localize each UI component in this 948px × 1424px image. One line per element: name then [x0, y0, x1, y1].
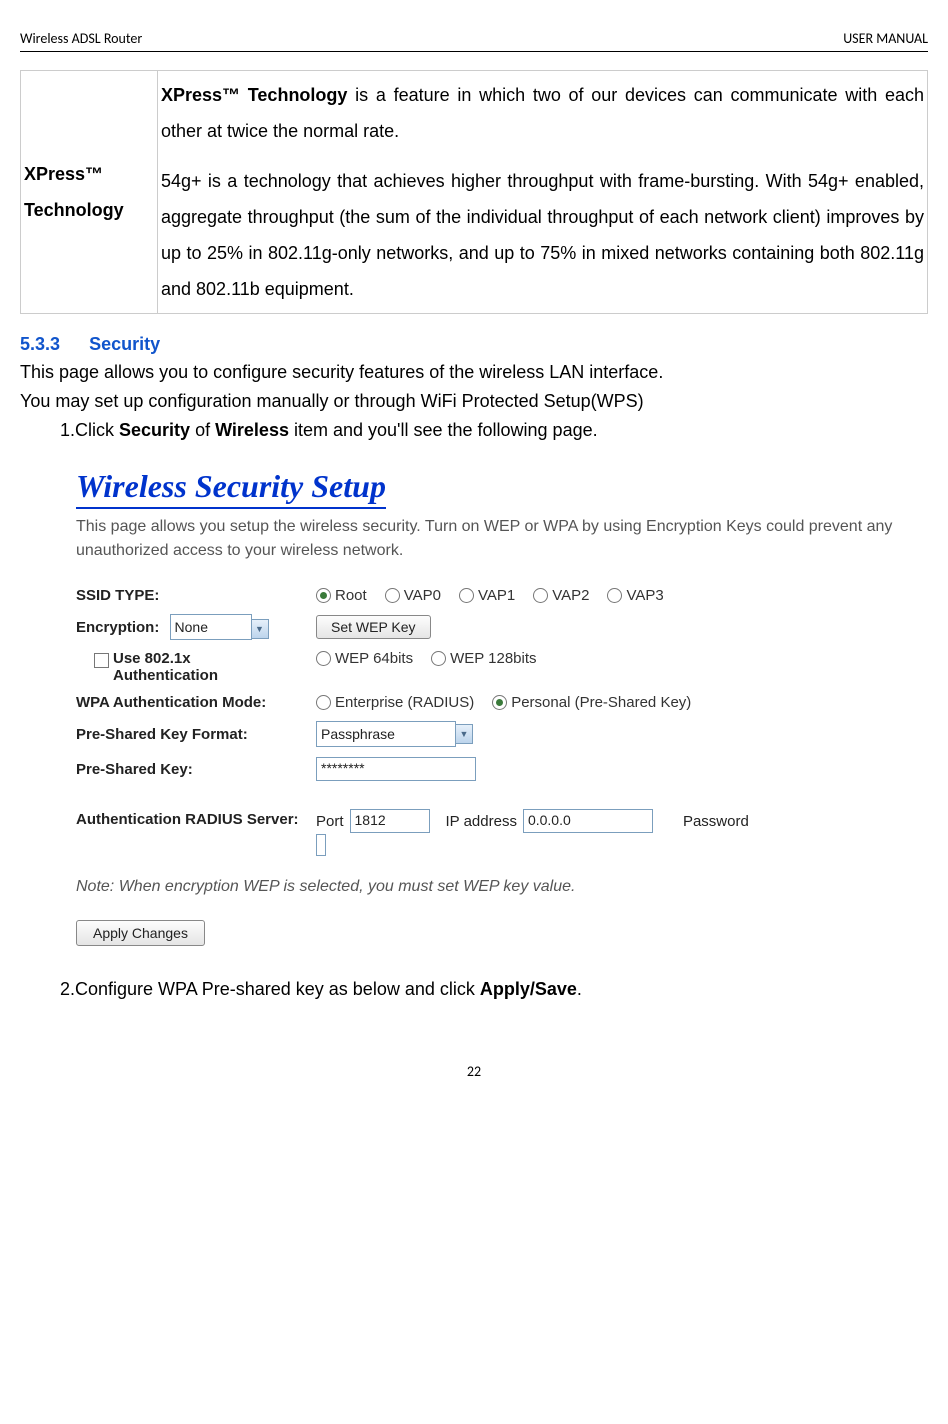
step1-pre: 1.Click	[60, 420, 119, 440]
wpa-enterprise-label: Enterprise (RADIUS)	[335, 694, 474, 711]
radius-row: Authentication RADIUS Server: Port 1812 …	[76, 809, 928, 854]
psk-label: Pre-Shared Key:	[76, 761, 316, 778]
radius-pw-input[interactable]	[316, 834, 326, 856]
psk-format-row: Pre-Shared Key Format: Passphrase ▼	[76, 721, 928, 747]
radius-fields: Port 1812 IP address 0.0.0.0 Password	[316, 809, 749, 854]
radio-icon	[385, 588, 400, 603]
apply-changes-button[interactable]: Apply Changes	[76, 920, 205, 946]
chevron-down-icon[interactable]: ▼	[251, 619, 269, 639]
wpa-personal-option[interactable]: Personal (Pre-Shared Key)	[492, 694, 691, 711]
page-number: 22	[20, 1063, 928, 1080]
ssid-vap1-option[interactable]: VAP1	[459, 587, 515, 604]
spacer	[161, 149, 924, 163]
wep64-label: WEP 64bits	[335, 650, 413, 667]
wep128-option[interactable]: WEP 128bits	[431, 650, 536, 667]
ssid-root-label: Root	[335, 587, 367, 604]
radius-port-label: Port	[316, 813, 344, 830]
psk-format-select[interactable]: Passphrase	[316, 721, 456, 747]
step2-pre: 2.Configure WPA Pre-shared key as below …	[60, 979, 480, 999]
use-8021x-label-wrap: Use 802.1x Authentication	[76, 650, 316, 684]
feature-label-cell: XPress™ Technology	[21, 71, 158, 314]
screenshot-wireless-security: Wireless Security Setup This page allows…	[60, 456, 928, 946]
feature-table: XPress™ Technology XPress™ Technology is…	[20, 70, 928, 314]
page-header: Wireless ADSL Router USER MANUAL	[20, 30, 928, 52]
wpa-enterprise-option[interactable]: Enterprise (RADIUS)	[316, 694, 474, 711]
wep-note: Note: When encryption WEP is selected, y…	[76, 878, 928, 896]
checkbox-icon	[94, 653, 109, 668]
radius-pw-label: Password	[683, 813, 749, 830]
ssid-vap0-label: VAP0	[404, 587, 441, 604]
step2-post: .	[577, 979, 582, 999]
step1-mid: of	[190, 420, 215, 440]
feature-para-1: XPress™ Technology is a feature in which…	[161, 77, 924, 149]
radio-icon	[316, 695, 331, 710]
psk-row: Pre-Shared Key: ********	[76, 757, 928, 781]
step1-b2: Wireless	[215, 420, 289, 440]
radio-icon	[492, 695, 507, 710]
spacer	[76, 791, 928, 809]
use-8021x-label: Use 802.1x Authentication	[113, 650, 273, 684]
encryption-value: None	[175, 619, 208, 635]
ssid-type-row: SSID TYPE: Root VAP0 VAP1 VAP2 VAP3	[76, 587, 928, 604]
set-wep-key-button[interactable]: Set WEP Key	[316, 615, 431, 639]
ssid-vap1-label: VAP1	[478, 587, 515, 604]
header-right: USER MANUAL	[843, 30, 928, 47]
step2-b: Apply/Save	[480, 979, 577, 999]
ssid-root-option[interactable]: Root	[316, 587, 367, 604]
radio-icon	[607, 588, 622, 603]
ssid-vap3-option[interactable]: VAP3	[607, 587, 663, 604]
radio-icon	[459, 588, 474, 603]
psk-format-value: Passphrase	[321, 726, 395, 742]
section-heading: 5.3.3 Security	[20, 334, 928, 355]
step1-post: item and you'll see the following page.	[289, 420, 598, 440]
8021x-row: Use 802.1x Authentication WEP 64bits WEP…	[76, 650, 928, 684]
table-row: XPress™ Technology XPress™ Technology is…	[21, 71, 928, 314]
ssid-vap2-option[interactable]: VAP2	[533, 587, 589, 604]
screenshot-subtext: This page allows you setup the wireless …	[76, 515, 928, 563]
ssid-type-label: SSID TYPE:	[76, 587, 316, 604]
wpa-mode-label: WPA Authentication Mode:	[76, 694, 316, 711]
radius-line-1: Port 1812 IP address 0.0.0.0 Password	[316, 809, 749, 833]
use-8021x-checkbox-wrap[interactable]: Use 802.1x Authentication	[94, 650, 273, 684]
feature-desc-cell: XPress™ Technology is a feature in which…	[158, 71, 928, 314]
psk-input[interactable]: ********	[316, 757, 476, 781]
ssid-vap2-label: VAP2	[552, 587, 589, 604]
feature-bold: XPress™ Technology	[161, 85, 347, 105]
radius-port-input[interactable]: 1812	[350, 809, 430, 833]
ssid-vap3-label: VAP3	[626, 587, 663, 604]
section-title: Security	[89, 334, 160, 354]
chevron-down-icon[interactable]: ▼	[455, 724, 473, 744]
step1-b1: Security	[119, 420, 190, 440]
step-2: 2.Configure WPA Pre-shared key as below …	[60, 976, 928, 1003]
radius-label: Authentication RADIUS Server:	[76, 809, 316, 828]
section-line-1: This page allows you to configure securi…	[20, 359, 928, 386]
step-1: 1.Click Security of Wireless item and yo…	[60, 417, 928, 444]
screenshot-title: Wireless Security Setup	[76, 468, 386, 509]
section-number: 5.3.3	[20, 334, 60, 354]
radius-ip-label: IP address	[446, 813, 517, 830]
ssid-vap0-option[interactable]: VAP0	[385, 587, 441, 604]
psk-format-label: Pre-Shared Key Format:	[76, 726, 316, 743]
radio-icon	[316, 588, 331, 603]
encryption-row: Encryption: None ▼ Set WEP Key	[76, 614, 928, 640]
encryption-select[interactable]: None	[170, 614, 252, 640]
radius-line-2	[316, 837, 749, 854]
feature-para-2: 54g+ is a technology that achieves highe…	[161, 163, 924, 307]
wep64-option[interactable]: WEP 64bits	[316, 650, 413, 667]
wpa-mode-row: WPA Authentication Mode: Enterprise (RAD…	[76, 694, 928, 711]
wep128-label: WEP 128bits	[450, 650, 536, 667]
radio-icon	[533, 588, 548, 603]
radius-ip-input[interactable]: 0.0.0.0	[523, 809, 653, 833]
encryption-label: Encryption: None ▼	[76, 614, 316, 640]
section-line-2: You may set up configuration manually or…	[20, 388, 928, 415]
radio-icon	[431, 651, 446, 666]
wpa-personal-label: Personal (Pre-Shared Key)	[511, 694, 691, 711]
radio-icon	[316, 651, 331, 666]
header-left: Wireless ADSL Router	[20, 30, 142, 47]
encryption-label-text: Encryption:	[76, 619, 159, 636]
